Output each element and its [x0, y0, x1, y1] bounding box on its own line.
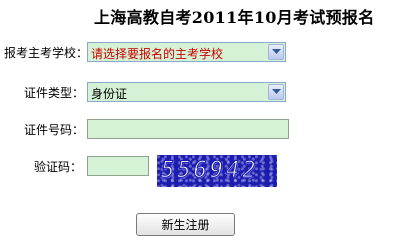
captcha-image[interactable]: 556942 [157, 155, 277, 187]
id-number-input[interactable] [87, 119, 289, 139]
chevron-down-icon [272, 49, 281, 54]
school-select-dropdown-button[interactable] [268, 44, 284, 60]
captcha-label: 验证码： [34, 160, 83, 174]
id-type-select[interactable]: 身份证 [87, 82, 286, 102]
id-type-label: 证件类型： [24, 86, 85, 100]
id-type-select-value: 身份证 [91, 87, 128, 101]
chevron-down-icon [272, 89, 281, 94]
new-student-register-button[interactable]: 新生注册 [136, 213, 235, 236]
captcha-input[interactable] [87, 156, 149, 176]
school-select[interactable]: 请选择要报名的主考学校 [87, 42, 286, 62]
school-select-value: 请选择要报名的主考学校 [91, 47, 224, 61]
id-number-label: 证件号码： [24, 123, 85, 137]
captcha-code: 556942 [160, 158, 259, 184]
id-type-select-dropdown-button[interactable] [268, 84, 284, 100]
page-title: 上海高教自考2011年10月考试预报名 [94, 8, 375, 27]
school-label: 报考主考学校： [4, 46, 89, 60]
